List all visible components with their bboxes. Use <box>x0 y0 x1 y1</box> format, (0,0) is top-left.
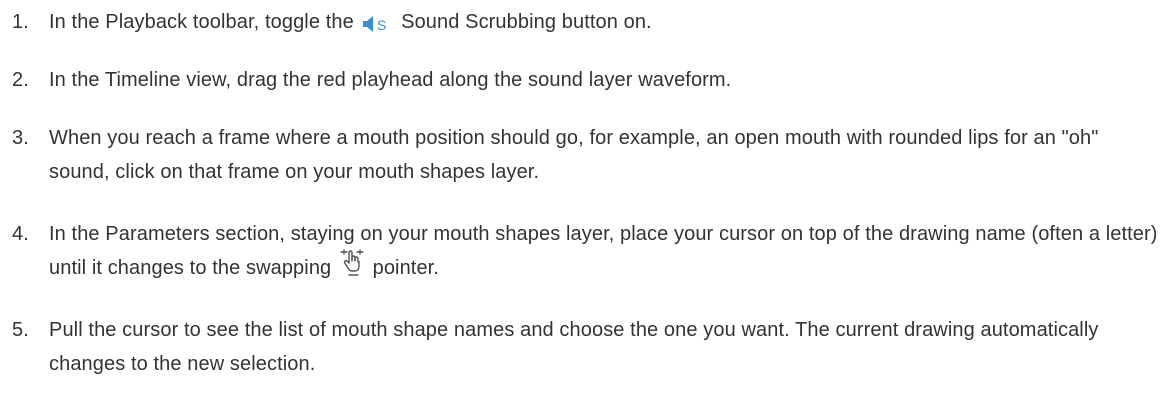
sound-scrubbing-icon: S <box>361 11 391 33</box>
step-number: 3. <box>12 127 29 149</box>
step-text: In the Playback toolbar, toggle the S So… <box>49 11 652 33</box>
step-number: 1. <box>12 11 29 33</box>
step-4: 4. In the Parameters section, staying on… <box>0 217 1160 285</box>
step-text: In the Parameters section, staying on yo… <box>49 223 1158 279</box>
step-number: 4. <box>12 223 29 245</box>
step-number: 2. <box>12 69 29 91</box>
step-text: Pull the cursor to see the list of mouth… <box>49 319 1099 375</box>
swap-pointer-icon <box>339 249 365 277</box>
step-5: 5. Pull the cursor to see the list of mo… <box>0 313 1160 381</box>
step-1: 1. In the Playback toolbar, toggle the S… <box>0 5 1160 39</box>
svg-text:S: S <box>377 17 386 33</box>
step-number: 5. <box>12 319 29 341</box>
step-2: 2. In the Timeline view, drag the red pl… <box>0 63 1160 97</box>
step-text: In the Timeline view, drag the red playh… <box>49 69 732 91</box>
step-3: 3. When you reach a frame where a mouth … <box>0 121 1160 189</box>
step-text: When you reach a frame where a mouth pos… <box>49 127 1099 183</box>
